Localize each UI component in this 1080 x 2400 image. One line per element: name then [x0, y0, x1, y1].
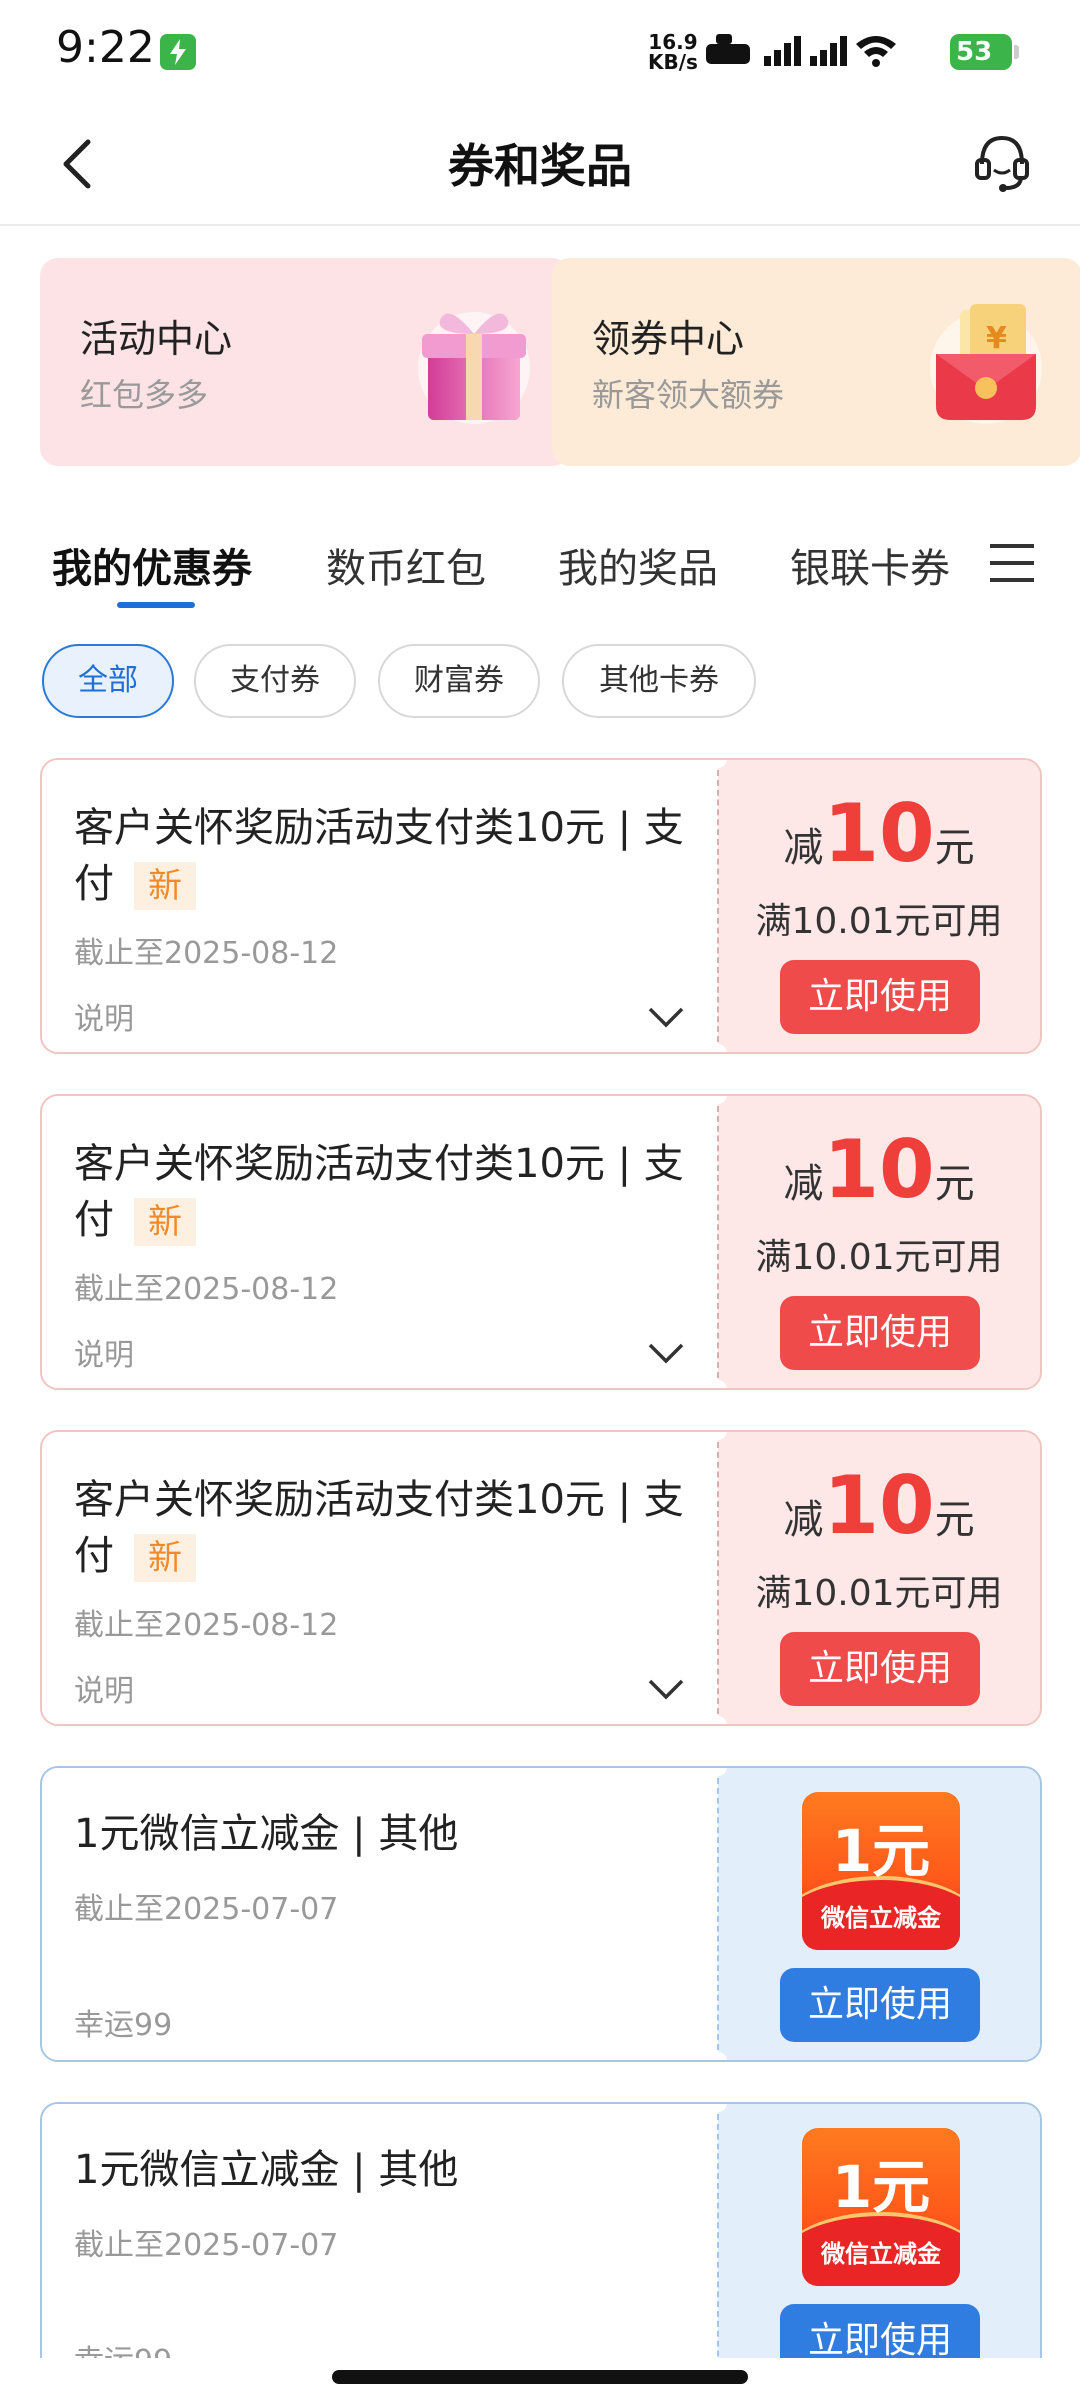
- tab-my-prizes[interactable]: 我的奖品: [558, 536, 718, 594]
- wechat-discount-badge: 1元 微信立减金: [802, 1792, 960, 1950]
- coupon-tabs: 我的优惠券 数币红包 我的奖品 银联卡券: [0, 530, 1080, 610]
- use-now-button[interactable]: 立即使用: [780, 1968, 980, 2042]
- badge-amount: 1元: [831, 1817, 931, 1885]
- coupon-card: 1元微信立减金 | 其他 截止至2025-07-07 幸运99 1元 微信立减金…: [40, 1766, 1042, 2062]
- charging-notification-icon: [160, 34, 196, 70]
- banner-title: 领券中心: [592, 317, 745, 361]
- status-bar: 9:22 16.9 KB/s 53: [0, 0, 1080, 100]
- use-now-button[interactable]: 立即使用: [780, 960, 980, 1034]
- coupon-description-label[interactable]: 说明: [74, 994, 134, 1038]
- coupon-divider: [717, 2114, 719, 2386]
- filter-all[interactable]: 全部: [42, 644, 174, 718]
- coupon-card: 客户关怀奖励活动支付类10元 | 支付新 截止至2025-08-12 说明 减1…: [40, 1094, 1042, 1390]
- red-envelope-icon: ¥: [930, 304, 1042, 424]
- coupon-info: 客户关怀奖励活动支付类10元 | 支付新 截止至2025-08-12 说明: [42, 1096, 716, 1388]
- filter-wealth[interactable]: 财富券: [378, 644, 540, 718]
- chevron-down-icon[interactable]: [646, 1340, 686, 1366]
- tab-digital-red-packets[interactable]: 数币红包: [326, 536, 486, 594]
- coupon-title: 客户关怀奖励活动支付类10元 | 支付新: [74, 1472, 694, 1584]
- coupon-amount: 减10元: [783, 1459, 975, 1552]
- coupon-value-panel: 1元 微信立减金 立即使用: [718, 2104, 1040, 2396]
- coupon-divider: [717, 1778, 719, 2050]
- chevron-down-icon[interactable]: [646, 1004, 686, 1030]
- use-now-button[interactable]: 立即使用: [780, 1632, 980, 1706]
- coupon-amount: 减10元: [783, 787, 975, 880]
- activity-center-banner[interactable]: 活动中心 红包多多: [40, 258, 570, 466]
- coupon-divider: [717, 1106, 719, 1378]
- coupon-title: 客户关怀奖励活动支付类10元 | 支付新: [74, 1136, 694, 1248]
- coupon-center-banner[interactable]: 领券中心 新客领大额券 ¥: [552, 258, 1080, 466]
- coupon-value-panel: 减10元 满10.01元可用 立即使用: [718, 1432, 1040, 1724]
- coupon-description-label[interactable]: 说明: [74, 1330, 134, 1374]
- banner-subtitle: 红包多多: [80, 376, 209, 414]
- coupon-amount: 减10元: [783, 1123, 975, 1216]
- svg-text:¥: ¥: [986, 321, 1007, 356]
- filter-chips: 全部 支付券 财富券 其他卡券: [0, 644, 1080, 724]
- customer-service-icon[interactable]: [970, 130, 1034, 194]
- coupon-title: 客户关怀奖励活动支付类10元 | 支付新: [74, 800, 694, 912]
- badge-amount: 1元: [831, 2153, 931, 2221]
- coupon-value-panel: 减10元 满10.01元可用 立即使用: [718, 1096, 1040, 1388]
- active-tab-indicator: [117, 602, 195, 608]
- network-speed: 16.9 KB/s: [648, 30, 698, 74]
- coupon-title: 1元微信立减金 | 其他: [74, 2147, 459, 2193]
- coupon-info: 客户关怀奖励活动支付类10元 | 支付新 截止至2025-08-12 说明: [42, 1432, 716, 1724]
- coupon-expiry: 截止至2025-07-07: [74, 2228, 339, 2263]
- status-time: 9:22: [56, 22, 155, 73]
- coupon-card: 客户关怀奖励活动支付类10元 | 支付新 截止至2025-08-12 说明 减1…: [40, 758, 1042, 1054]
- signal-wifi-icons: [706, 34, 896, 67]
- tab-my-coupons[interactable]: 我的优惠券: [52, 536, 252, 594]
- badge-label: 微信立减金: [821, 1904, 941, 1932]
- wechat-discount-badge: 1元 微信立减金: [802, 2128, 960, 2286]
- coupon-info: 客户关怀奖励活动支付类10元 | 支付新 截止至2025-08-12 说明: [42, 760, 716, 1052]
- badge-label: 微信立减金: [821, 2240, 941, 2268]
- home-indicator[interactable]: [332, 2370, 748, 2384]
- coupon-divider: [717, 1442, 719, 1714]
- coupon-card: 客户关怀奖励活动支付类10元 | 支付新 截止至2025-08-12 说明 减1…: [40, 1430, 1042, 1726]
- nav-bar: 券和奖品: [0, 100, 1080, 226]
- new-tag: 新: [134, 862, 196, 910]
- coupon-value-panel: 1元 微信立减金 立即使用: [718, 1768, 1040, 2060]
- coupon-divider: [717, 770, 719, 1042]
- use-now-button[interactable]: 立即使用: [780, 1296, 980, 1370]
- coupon-info: 1元微信立减金 | 其他 截止至2025-07-07 幸运99: [42, 1768, 716, 2060]
- battery-indicator: 53: [950, 34, 1012, 70]
- new-tag: 新: [134, 1198, 196, 1246]
- coupon-expiry: 截止至2025-08-12: [74, 1608, 339, 1643]
- coupon-expiry: 截止至2025-07-07: [74, 1892, 339, 1927]
- coupon-condition: 满10.01元可用: [755, 901, 1003, 942]
- new-tag: 新: [134, 1534, 196, 1582]
- coupon-description-label[interactable]: 说明: [74, 1666, 134, 1710]
- coupon-expiry: 截止至2025-08-12: [74, 936, 339, 971]
- tab-unionpay-coupons[interactable]: 银联卡券: [790, 536, 950, 594]
- coupon-source-note: 幸运99: [74, 2008, 173, 2043]
- coupon-value-panel: 减10元 满10.01元可用 立即使用: [718, 760, 1040, 1052]
- battery-tip: [1014, 45, 1019, 59]
- coupon-condition: 满10.01元可用: [755, 1237, 1003, 1278]
- gift-box-icon: [418, 312, 530, 424]
- filter-payment[interactable]: 支付券: [194, 644, 356, 718]
- coupon-title: 1元微信立减金 | 其他: [74, 1811, 459, 1857]
- coupon-expiry: 截止至2025-08-12: [74, 1272, 339, 1307]
- coupon-card: 1元微信立减金 | 其他 截止至2025-07-07 幸运99 1元 微信立减金…: [40, 2102, 1042, 2398]
- menu-icon[interactable]: [990, 538, 1034, 588]
- coupon-condition: 满10.01元可用: [755, 1573, 1003, 1614]
- coupon-info: 1元微信立减金 | 其他 截止至2025-07-07 幸运99: [42, 2104, 716, 2396]
- page-title: 券和奖品: [448, 139, 632, 193]
- chevron-down-icon[interactable]: [646, 1676, 686, 1702]
- banner-subtitle: 新客领大额券: [592, 376, 785, 414]
- filter-other[interactable]: 其他卡券: [562, 644, 756, 718]
- banner-title: 活动中心: [80, 317, 233, 361]
